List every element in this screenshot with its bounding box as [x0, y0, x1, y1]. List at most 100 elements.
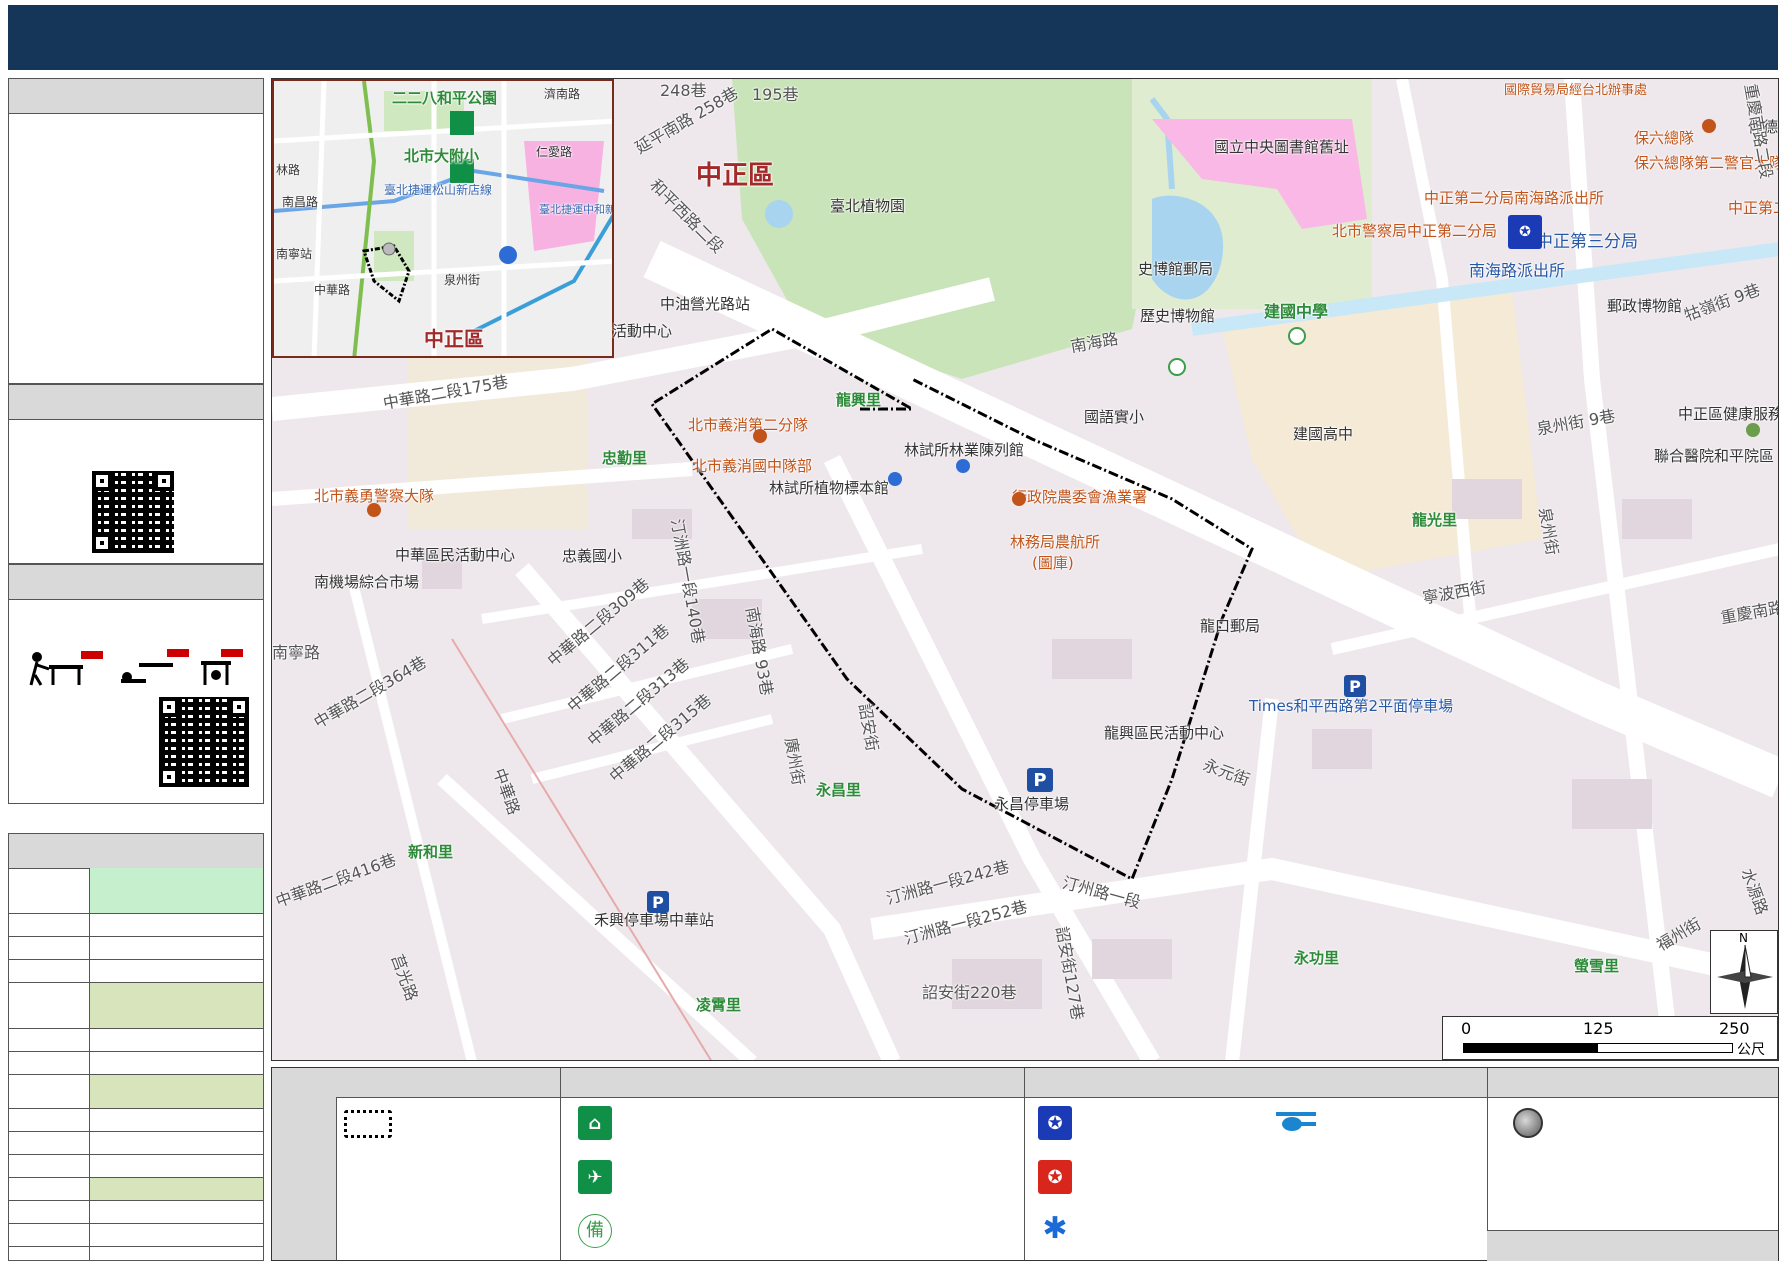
- police-icon: ✪: [1508, 215, 1542, 249]
- inset-label: 臺北捷運中和新蘆線: [539, 203, 612, 216]
- place-label: (圖庫): [1032, 554, 1074, 572]
- place-label: 史博館郵局: [1138, 260, 1214, 278]
- parking-icon: P: [1027, 768, 1053, 792]
- place-label: 中正第二分局南海路派出所: [1424, 189, 1605, 207]
- village-label: 忠勤里: [602, 449, 648, 467]
- village-label: 永功里: [1294, 949, 1340, 967]
- inset-label: 泉州街: [444, 273, 481, 287]
- table-row: [9, 1155, 263, 1178]
- place-label: 北市義消國中隊部: [692, 457, 813, 475]
- road-label: 195巷: [752, 85, 799, 104]
- village-label: 新和里: [408, 843, 454, 861]
- place-label: 國際貿易局經台北辦事處: [1504, 83, 1648, 98]
- reserve-icon: 備: [578, 1214, 612, 1248]
- road-label: 南寧路: [272, 643, 321, 662]
- info-panel: [8, 78, 264, 384]
- qr-code[interactable]: [92, 471, 174, 553]
- place-label: 林試所植物標本館: [769, 479, 890, 497]
- place-label: 活動中心: [612, 322, 673, 340]
- inset-label: 臺北捷運松山新店線: [384, 183, 493, 197]
- fire-station-icon: [753, 429, 767, 443]
- table-row: [9, 868, 263, 914]
- scale-bar: 0 125 250 公尺: [1442, 1016, 1778, 1060]
- table-row: [9, 1075, 263, 1109]
- place-label: 龍口郵局: [1200, 617, 1261, 635]
- fire-icon: ✪: [1038, 1160, 1072, 1194]
- place-label: 北市義消第二分隊: [688, 416, 809, 434]
- park-icon: ✈: [578, 1160, 612, 1194]
- location-icon: [1513, 1108, 1543, 1138]
- shelter-icon: ⌂: [578, 1106, 612, 1140]
- place-label: 郵政博物館: [1607, 297, 1683, 315]
- inset-label: 濟南路: [544, 87, 581, 101]
- road-label: 詔安街220巷: [922, 983, 1017, 1002]
- village-label: 螢雪里: [1574, 957, 1620, 975]
- info-table: [8, 833, 264, 1261]
- boundary-symbol: [344, 1110, 392, 1138]
- place-label: 保六總隊: [1634, 129, 1695, 147]
- village-label: 龍光里: [1412, 511, 1458, 529]
- museum-icon: [956, 459, 970, 473]
- place-label: 中油營光路站: [660, 295, 751, 313]
- table-row: [9, 1132, 263, 1155]
- info-table-header: [9, 834, 263, 869]
- inset-map: 二二八和平公園 北市大附小 臺北捷運松山新店線 中華路 泉州街 中正區 仁愛路 …: [272, 79, 614, 358]
- medical-icon: ✱: [1042, 1211, 1068, 1246]
- village-label: 永昌里: [816, 781, 862, 799]
- government-icon: [1012, 492, 1026, 506]
- drop-cover-hold-icon: [29, 649, 243, 686]
- place-label: 中正第三分局: [1536, 232, 1638, 252]
- qr-panel-header: [9, 385, 263, 420]
- place-label: 忠義國小: [562, 547, 623, 565]
- helicopter-icon: [1274, 1108, 1318, 1138]
- map-view[interactable]: 二二八和平公園 北市大附小 臺北捷運松山新店線 中華路 泉州街 中正區 仁愛路 …: [271, 78, 1779, 1061]
- place-label: 中正區健康服務: [1678, 405, 1779, 423]
- place-label: 永昌停車場: [994, 795, 1070, 813]
- hospital-icon: [1746, 423, 1760, 437]
- place-label: 林試所林業陳列館: [904, 441, 1025, 459]
- parking-icon: P: [1344, 675, 1366, 697]
- inset-label: 仁愛路: [536, 145, 573, 159]
- earthquake-panel: [8, 564, 264, 804]
- place-label: 國立中央圖書館舊址: [1214, 138, 1350, 156]
- police-icon: ✪: [1038, 1106, 1072, 1140]
- inset-label: 二二八和平公園: [392, 89, 498, 107]
- legend-panel: ⌂ ✈ 備 ✪ ✪ ✱: [271, 1067, 1779, 1261]
- table-row: [9, 960, 263, 983]
- earthquake-panel-header: [9, 565, 263, 600]
- place-label: 聯合醫院和平院區: [1654, 447, 1775, 465]
- museum-icon: [888, 472, 902, 486]
- table-row: [9, 1178, 263, 1201]
- place-label: 建國高中: [1293, 425, 1354, 443]
- table-row: [9, 1201, 263, 1224]
- police-badge-icon: [1702, 119, 1716, 133]
- table-row: [9, 1109, 263, 1132]
- place-label: 國語實小: [1084, 408, 1145, 426]
- inset-label: 中正區: [424, 327, 484, 351]
- legend-title-cell: [272, 1068, 337, 1260]
- table-row: [9, 1224, 263, 1247]
- header-bar: [8, 5, 1778, 70]
- table-row: [9, 914, 263, 937]
- district-label: 中正區: [696, 161, 775, 191]
- reserve-icon: [1288, 327, 1306, 345]
- place-label: 中正第二: [1728, 199, 1778, 217]
- village-label: 龍興里: [836, 391, 882, 409]
- qr-code-earthquake[interactable]: [159, 697, 249, 787]
- inset-label: 南寧站: [276, 247, 313, 261]
- inset-label: 林路: [276, 163, 301, 177]
- table-row: [9, 1029, 263, 1052]
- place-label: 龍興區民活動中心: [1104, 724, 1225, 742]
- table-row: [9, 1052, 263, 1075]
- table-row: [9, 983, 263, 1029]
- table-row: [9, 937, 263, 960]
- parking-icon: P: [647, 891, 669, 913]
- north-arrow: N: [1710, 930, 1778, 1014]
- place-label: 臺北植物園: [830, 197, 906, 215]
- place-label: 北市警察局中正第二分局: [1332, 222, 1498, 240]
- place-label: 歷史博物館: [1140, 307, 1216, 325]
- place-label: 南海路派出所: [1469, 261, 1566, 280]
- table-row: [9, 1247, 263, 1260]
- place-label: 建國中學: [1264, 302, 1329, 321]
- inset-label: 南昌路: [282, 195, 319, 209]
